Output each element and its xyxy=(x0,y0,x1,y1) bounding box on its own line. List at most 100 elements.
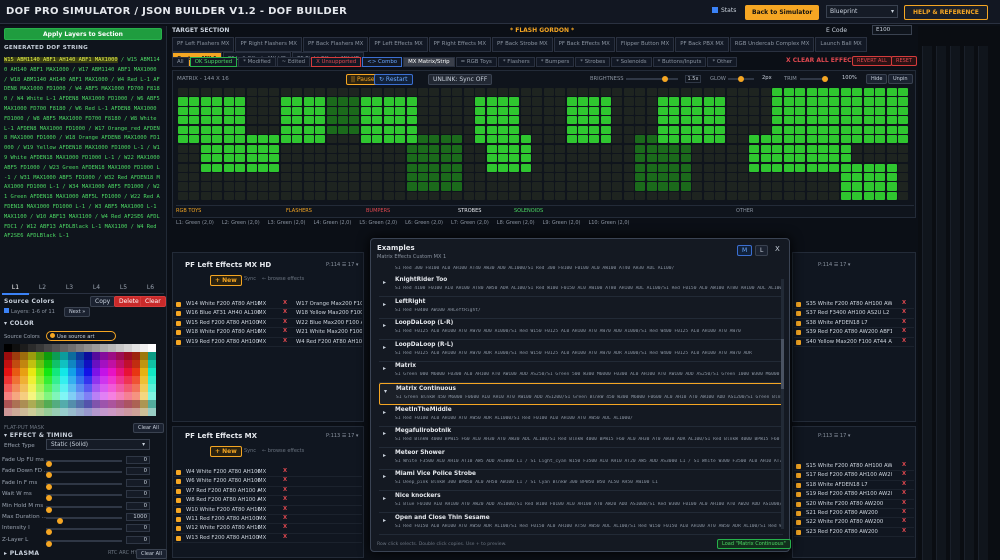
color-swatch[interactable] xyxy=(124,360,132,368)
color-swatch[interactable] xyxy=(52,344,60,352)
color-swatch[interactable] xyxy=(92,400,100,408)
expand-arrow-icon[interactable]: ▸ xyxy=(383,517,386,524)
filter-all[interactable]: All xyxy=(172,57,189,67)
layers-checkbox[interactable] xyxy=(4,308,9,313)
color-swatch[interactable] xyxy=(76,352,84,360)
hide-button[interactable]: Hide xyxy=(866,74,888,84)
color-swatch[interactable] xyxy=(148,400,156,408)
color-swatch[interactable] xyxy=(12,368,20,376)
color-swatch[interactable] xyxy=(44,408,52,416)
remove-icon[interactable]: X xyxy=(283,338,287,344)
color-swatch[interactable] xyxy=(68,384,76,392)
color-swatch[interactable] xyxy=(12,400,20,408)
remove-icon[interactable]: X xyxy=(283,468,287,474)
remove-icon[interactable]: X xyxy=(902,490,906,496)
example-item[interactable]: ▸ Megafullrobotnik S1 Red BlnkW 4000 BPW15… xyxy=(379,426,783,449)
modal-m-button[interactable]: M xyxy=(737,245,753,256)
remove-icon[interactable]: X xyxy=(283,487,287,493)
color-swatch[interactable] xyxy=(100,384,108,392)
brightness-knob[interactable] xyxy=(662,76,668,82)
effect-type-select[interactable]: Static (Solid) ▾ xyxy=(46,439,150,450)
row-checkbox[interactable] xyxy=(176,470,181,475)
color-swatch-grid[interactable] xyxy=(4,344,156,416)
color-swatch[interactable] xyxy=(84,408,92,416)
color-swatch[interactable] xyxy=(108,352,116,360)
filter-other[interactable]: * Other xyxy=(707,57,738,67)
row-checkbox[interactable] xyxy=(796,482,801,488)
color-swatch[interactable] xyxy=(124,408,132,416)
color-swatch[interactable] xyxy=(4,360,12,368)
modal-scrollbar[interactable] xyxy=(781,279,784,529)
color-swatch[interactable] xyxy=(132,408,140,416)
color-swatch[interactable] xyxy=(124,344,132,352)
remove-icon[interactable]: X xyxy=(902,509,906,515)
color-swatch[interactable] xyxy=(36,352,44,360)
row-checkbox[interactable] xyxy=(176,526,181,532)
color-swatch[interactable] xyxy=(76,392,84,400)
param-slider[interactable] xyxy=(46,471,122,479)
color-swatch[interactable] xyxy=(52,376,60,384)
param-slider[interactable] xyxy=(46,505,122,513)
color-swatch[interactable] xyxy=(68,360,76,368)
color-swatch[interactable] xyxy=(68,376,76,384)
panel-new-button[interactable]: + New xyxy=(210,446,242,457)
filter-solenoids[interactable]: * Solenoids xyxy=(611,57,652,67)
color-swatch[interactable] xyxy=(132,384,140,392)
load-example-button[interactable]: Load "Matrix Continuous" xyxy=(717,539,791,549)
color-swatch[interactable] xyxy=(108,384,116,392)
remove-icon[interactable]: X xyxy=(283,496,287,502)
color-swatch[interactable] xyxy=(36,376,44,384)
color-swatch[interactable] xyxy=(92,344,100,352)
clear-all-effects-button[interactable]: X CLEAR ALL EFFECTS xyxy=(786,57,860,64)
color-swatch[interactable] xyxy=(92,360,100,368)
color-swatch[interactable] xyxy=(44,384,52,392)
color-swatch[interactable] xyxy=(36,392,44,400)
color-swatch[interactable] xyxy=(36,344,44,352)
color-swatch[interactable] xyxy=(20,376,28,384)
panel-browse[interactable]: ← browse effects xyxy=(262,448,304,454)
param-value[interactable]: 0 xyxy=(126,467,150,476)
table-row[interactable]: W6 White F200 AT80 AH100 AL100 AW200MX X xyxy=(174,477,362,487)
color-swatch[interactable] xyxy=(132,352,140,360)
expand-arrow-icon[interactable]: ▸ xyxy=(383,301,386,308)
color-swatch[interactable] xyxy=(12,344,20,352)
color-swatch[interactable] xyxy=(28,408,36,416)
color-swatch[interactable] xyxy=(52,352,60,360)
remove-icon[interactable]: X xyxy=(902,500,906,506)
plasma-clear-all-button[interactable]: Clear All xyxy=(136,549,167,559)
table-row[interactable]: W16 Blue AT31 AH40 AL100 AW100 L8MX X W18 … xyxy=(174,309,362,319)
table-row[interactable]: S17 Red F200 AT80 AH100 AW200 X xyxy=(794,471,914,481)
color-swatch[interactable] xyxy=(84,360,92,368)
color-swatch[interactable] xyxy=(52,368,60,376)
color-swatch[interactable] xyxy=(108,368,116,376)
color-swatch[interactable] xyxy=(140,384,148,392)
param-slider[interactable] xyxy=(46,494,122,502)
table-row[interactable]: S21 Red F200 AT80 AW200 X xyxy=(794,509,914,519)
param-slider-knob[interactable] xyxy=(46,483,52,490)
color-swatch[interactable] xyxy=(20,400,28,408)
color-swatch[interactable] xyxy=(100,352,108,360)
param-slider[interactable] xyxy=(46,482,122,490)
example-item[interactable]: ▾ Matrix Continuous S1 Green BlnkW 450 M60… xyxy=(379,383,783,405)
expand-arrow-icon[interactable]: ▸ xyxy=(383,452,386,459)
color-swatch[interactable] xyxy=(44,344,52,352)
panel-hd-browse[interactable]: ← browse effects xyxy=(262,276,304,282)
param-value[interactable]: 1000 xyxy=(126,513,150,521)
color-swatch[interactable] xyxy=(148,408,156,416)
color-swatch[interactable] xyxy=(52,360,60,368)
color-swatch[interactable] xyxy=(36,368,44,376)
color-swatch[interactable] xyxy=(20,408,28,416)
color-swatch[interactable] xyxy=(140,392,148,400)
row-checkbox[interactable] xyxy=(796,501,801,507)
back-to-simulator-button[interactable]: Back to Simulator xyxy=(745,5,820,20)
color-swatch[interactable] xyxy=(84,384,92,392)
example-item[interactable]: ▸ Meteor Shower S1 White F3500 AL0 AH10 AT… xyxy=(379,448,783,470)
table-row[interactable]: S35 White F200 AT80 AH100 AW200 ABF1 X xyxy=(794,300,914,310)
color-swatch[interactable] xyxy=(76,400,84,408)
filter-ok-supported[interactable]: OK Supported xyxy=(189,57,238,67)
row-checkbox[interactable] xyxy=(176,488,181,494)
layer-tab-l5[interactable]: L5 xyxy=(110,282,137,294)
param-slider[interactable] xyxy=(46,517,122,524)
filter-combo[interactable]: <> Combo xyxy=(362,57,403,67)
param-slider-knob[interactable] xyxy=(46,461,52,467)
